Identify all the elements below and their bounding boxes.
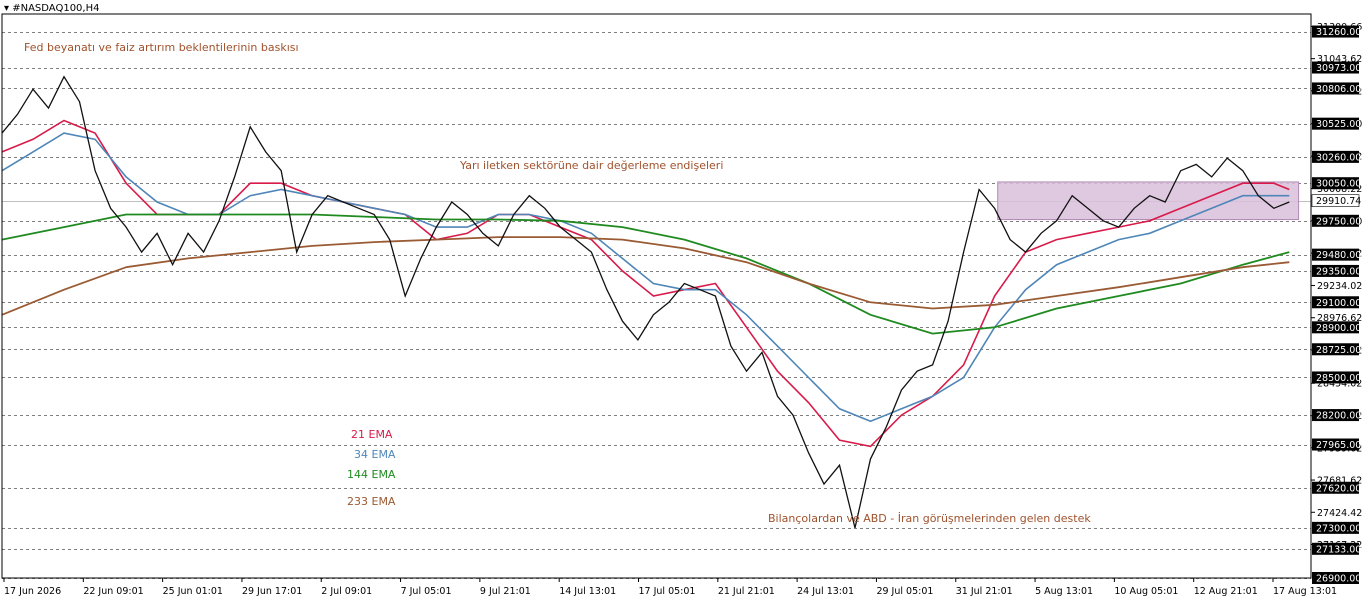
level-label: 31260.00 (1316, 27, 1361, 38)
level-label: 27620.00 (1316, 483, 1361, 494)
price-axis: 31300.6631043.6230787.3230525.0030265.22… (1, 13, 1362, 579)
price-chart[interactable]: 31300.6631043.6230787.3230525.0030265.22… (0, 0, 1362, 603)
legend-ema233: 233 EMA (347, 495, 396, 508)
level-label: 30050.00 (1316, 179, 1361, 190)
x-tick-label: 25 Jun 01:01 (163, 586, 223, 597)
level-label: 29350.00 (1316, 266, 1361, 277)
level-label: 29750.00 (1316, 216, 1361, 227)
level-label: 30806.00 (1316, 84, 1361, 95)
x-tick-label: 5 Aug 13:01 (1035, 586, 1093, 597)
level-label: 28500.00 (1316, 373, 1361, 384)
chart-title: ▾ #NASDAQ100,H4 (4, 3, 99, 14)
x-tick-label: 12 Aug 21:01 (1194, 586, 1258, 597)
legend-ema144: 144 EMA (347, 468, 396, 481)
level-label: 26900.00 (1316, 574, 1361, 585)
x-tick-label: 17 Jul 05:01 (639, 586, 696, 597)
x-tick-label: 2 Jul 09:01 (321, 586, 372, 597)
x-tick-label: 17 Aug 13:01 (1273, 586, 1337, 597)
triangle-down-icon[interactable]: ▾ (4, 3, 9, 14)
y-tick-label: 27424.42 (1317, 508, 1362, 519)
level-label: 30260.00 (1316, 152, 1361, 163)
level-label: 27300.00 (1316, 523, 1361, 534)
x-tick-label: 7 Jul 05:01 (401, 586, 452, 597)
x-tick-label: 22 Jun 09:01 (83, 586, 143, 597)
level-label: 27965.00 (1316, 440, 1361, 451)
x-tick-label: 29 Jun 17:01 (242, 586, 302, 597)
x-tick-label: 14 Jul 13:01 (559, 586, 616, 597)
level-label: 30973.00 (1316, 63, 1361, 74)
x-tick-label: 31 Jul 21:01 (956, 586, 1013, 597)
level-label: 28725.00 (1316, 345, 1361, 356)
legend-ema21: 21 EMA (351, 428, 393, 441)
symbol-label: #NASDAQ100,H4 (12, 3, 100, 14)
x-tick-label: 9 Jul 21:01 (480, 586, 531, 597)
x-tick-label: 29 Jul 05:01 (876, 586, 933, 597)
level-label: 28900.00 (1316, 323, 1361, 334)
level-labels: 31260.00 30973.00 30806.00 30525.00 30260.00… (1311, 25, 1361, 585)
ema34-line (1, 132, 1290, 423)
y-tick-label: 29234.02 (1317, 281, 1362, 292)
level-label: 29100.00 (1316, 298, 1361, 309)
time-axis: 17 Jun 2026 22 Jun 09:01 25 Jun 01:01 29 Ju… (3, 578, 1337, 597)
legend-ema34: 34 EMA (354, 448, 396, 461)
annotation-earnings: Bilançolardan ve ABD - İran görüşmelerin… (768, 512, 1091, 525)
level-label: 29480.00 (1316, 250, 1361, 261)
annotation-fed: Fed beyanatı ve faiz artırım beklentiler… (24, 41, 299, 54)
level-label: 30525.00 (1316, 119, 1361, 130)
current-price-label: 29910.74 (1316, 196, 1361, 207)
level-label: 27133.00 (1316, 544, 1361, 555)
x-tick-label: 24 Jul 13:01 (797, 586, 854, 597)
x-tick-label: 21 Jul 21:01 (718, 586, 775, 597)
x-tick-label: 10 Aug 05:01 (1114, 586, 1178, 597)
x-tick-label: 17 Jun 2026 (4, 586, 61, 597)
level-label: 28200.00 (1316, 411, 1361, 422)
horizontal-levels (2, 32, 1311, 579)
annotation-semiconductor: Yarı iletken sektörüne dair değerleme en… (460, 159, 724, 172)
